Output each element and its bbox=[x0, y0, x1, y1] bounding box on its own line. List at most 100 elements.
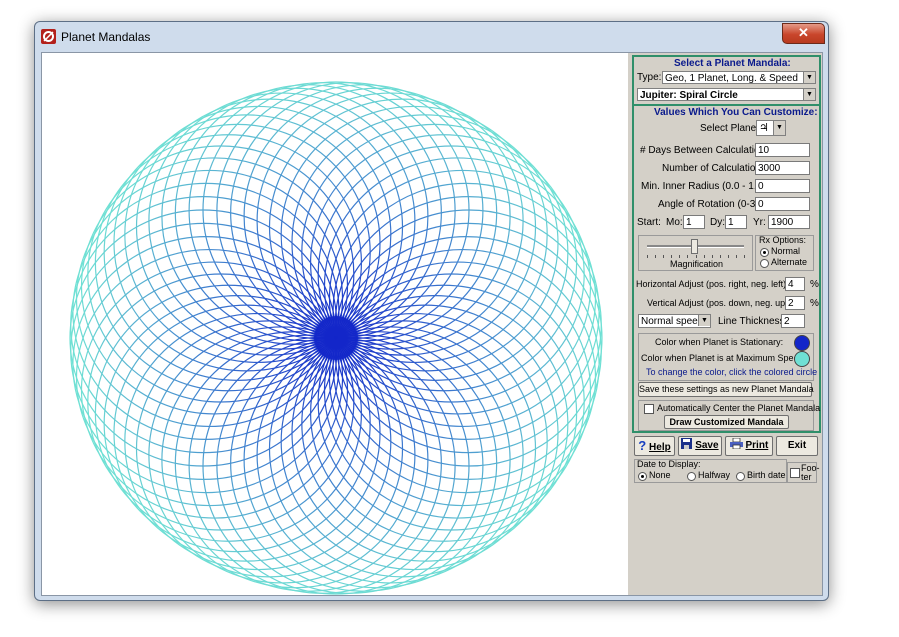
slider-tick bbox=[735, 255, 737, 258]
color-group: Color when Planet is Stationary: Color w… bbox=[638, 333, 818, 381]
v-adjust-input[interactable]: 2 bbox=[785, 296, 805, 310]
save-button[interactable]: Save bbox=[678, 436, 722, 456]
window-title: Planet Mandalas bbox=[61, 30, 151, 44]
print-button-label: Print bbox=[745, 440, 769, 451]
type-select[interactable]: Geo, 1 Planet, Long. & Speed ▼ bbox=[662, 71, 816, 84]
h-adjust-label: Horizontal Adjust (pos. right, neg. left… bbox=[636, 279, 787, 289]
rx-alternate-radio[interactable] bbox=[760, 259, 769, 268]
select-mandala-header: Select a Planet Mandala: bbox=[674, 58, 791, 69]
rx-normal-radio[interactable] bbox=[760, 248, 769, 257]
start-label: Start: bbox=[637, 217, 661, 228]
date-birth-radio[interactable] bbox=[736, 472, 745, 481]
mandala-core bbox=[314, 316, 358, 360]
planet-select[interactable]: ♃ ▼ bbox=[756, 120, 786, 136]
max-speed-color-swatch[interactable] bbox=[794, 351, 810, 367]
min-radius-label: Min. Inner Radius (0.0 - 1.0): bbox=[641, 181, 769, 192]
h-adjust-input[interactable]: 4 bbox=[785, 277, 805, 291]
type-select-value: Geo, 1 Planet, Long. & Speed bbox=[665, 73, 798, 84]
chevron-down-icon[interactable]: ▼ bbox=[773, 121, 785, 135]
slider-tick bbox=[663, 255, 665, 258]
angle-input[interactable]: 0 bbox=[755, 197, 810, 211]
date-none-label: None bbox=[649, 470, 671, 480]
date-halfway-radio[interactable] bbox=[687, 472, 696, 481]
slider-tick bbox=[647, 255, 648, 258]
speed-select-value: Normal speed bbox=[641, 316, 704, 327]
date-none-radio[interactable] bbox=[638, 472, 647, 481]
stationary-color-swatch[interactable] bbox=[794, 335, 810, 351]
customize-header: Values Which You Can Customize: bbox=[654, 107, 818, 118]
exit-button[interactable]: Exit bbox=[776, 436, 818, 456]
rx-alternate-label: Alternate bbox=[771, 257, 808, 267]
draw-mandala-button[interactable]: Draw Customized Mandala bbox=[664, 415, 789, 429]
slider-ticks bbox=[647, 255, 745, 258]
auto-center-checkbox[interactable] bbox=[644, 404, 654, 414]
v-percent: % bbox=[810, 298, 819, 309]
footer-label-2: ter bbox=[801, 472, 812, 482]
mandala-drawing bbox=[69, 81, 603, 595]
mo-label: Mo: bbox=[666, 217, 683, 228]
save-settings-button[interactable]: Save these settings as new Planet Mandal… bbox=[638, 382, 814, 397]
date-halfway-label: Halfway bbox=[698, 470, 731, 480]
title-bar[interactable]: Planet Mandalas ✕ bbox=[35, 22, 828, 50]
client-area: Select a Planet Mandala: Type: Geo, 1 Pl… bbox=[41, 52, 823, 596]
speed-select[interactable]: Normal speed ▼ bbox=[638, 314, 711, 328]
close-button[interactable]: ✕ bbox=[782, 23, 825, 44]
slider-tick bbox=[711, 255, 713, 258]
rx-normal-label: Normal bbox=[771, 246, 801, 256]
magnification-group: Magnification bbox=[638, 235, 753, 271]
help-icon: ? bbox=[638, 438, 647, 453]
mo-input[interactable]: 1 bbox=[683, 215, 705, 229]
type-label: Type: bbox=[637, 72, 662, 83]
yr-input[interactable]: 1900 bbox=[768, 215, 810, 229]
dy-label: Dy: bbox=[710, 217, 725, 228]
slider-tick bbox=[655, 255, 657, 258]
yr-label: Yr: bbox=[753, 217, 766, 228]
help-button-label: Help bbox=[649, 442, 671, 453]
num-calc-label: Number of Calculations: bbox=[662, 163, 769, 174]
line-thickness-label: Line Thickness: bbox=[718, 316, 788, 327]
date-display-label: Date to Display: bbox=[637, 459, 701, 469]
control-panel: Select a Planet Mandala: Type: Geo, 1 Pl… bbox=[630, 53, 822, 595]
app-window: Planet Mandalas ✕ Select a Planet Mandal… bbox=[34, 21, 829, 601]
slider-tick bbox=[671, 255, 673, 258]
draw-group: Automatically Center the Planet Mandala … bbox=[638, 400, 820, 431]
save-button-label: Save bbox=[695, 440, 719, 451]
rx-options-label: Rx Options: bbox=[759, 235, 807, 245]
printer-icon bbox=[729, 437, 743, 450]
num-calc-input[interactable]: 3000 bbox=[755, 161, 810, 175]
v-adjust-label: Vertical Adjust (pos. down, neg. up) bbox=[647, 298, 789, 308]
date-birth-label: Birth date bbox=[747, 470, 786, 480]
date-display-group: Date to Display: None Halfway Birth date bbox=[634, 459, 787, 483]
slider-tick bbox=[719, 255, 721, 258]
slider-tick bbox=[695, 255, 697, 258]
auto-center-label: Automatically Center the Planet Mandala bbox=[657, 403, 821, 413]
magnification-slider-thumb[interactable] bbox=[690, 239, 698, 254]
jupiter-glyph: ♃ bbox=[759, 121, 769, 134]
chevron-down-icon[interactable]: ▼ bbox=[698, 315, 710, 326]
slider-tick bbox=[703, 255, 705, 258]
max-speed-color-label: Color when Planet is at Maximum Speed: bbox=[641, 353, 807, 363]
slider-tick bbox=[679, 255, 681, 258]
footer-group: Foo- ter bbox=[787, 462, 820, 483]
stationary-color-label: Color when Planet is Stationary: bbox=[655, 337, 784, 347]
min-radius-input[interactable]: 0 bbox=[755, 179, 810, 193]
footer-checkbox[interactable] bbox=[790, 468, 800, 478]
slider-tick bbox=[744, 255, 745, 258]
days-input[interactable]: 10 bbox=[755, 143, 810, 157]
help-button[interactable]: ? Help bbox=[634, 436, 675, 456]
select-planet-label: Select Planet: bbox=[700, 123, 762, 134]
chevron-down-icon[interactable]: ▼ bbox=[803, 89, 815, 100]
select-mandala-group: Select a Planet Mandala: Type: Geo, 1 Pl… bbox=[632, 55, 821, 106]
days-label: # Days Between Calculations: bbox=[640, 145, 773, 156]
mandala-select[interactable]: Jupiter: Spiral Circle ▼ bbox=[637, 88, 816, 101]
chevron-down-icon[interactable]: ▼ bbox=[803, 72, 815, 83]
slider-tick bbox=[727, 255, 729, 258]
print-button[interactable]: Print bbox=[725, 436, 773, 456]
customize-group: Values Which You Can Customize: Select P… bbox=[632, 104, 821, 433]
line-thickness-input[interactable]: 2 bbox=[781, 314, 805, 328]
dy-input[interactable]: 1 bbox=[725, 215, 747, 229]
app-icon bbox=[41, 29, 56, 44]
rx-options-group: Rx Options: Normal Alternate bbox=[755, 235, 814, 271]
change-color-hint: To change the color, click the colored c… bbox=[646, 367, 818, 377]
slider-tick bbox=[687, 255, 689, 258]
